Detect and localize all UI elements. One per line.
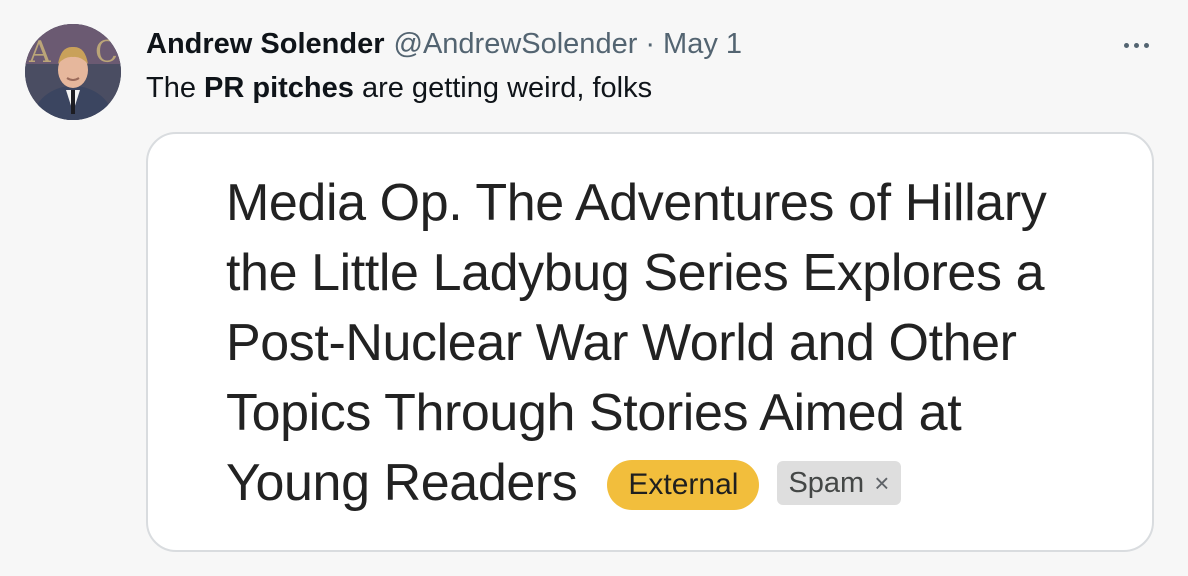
timestamp[interactable]: May 1 xyxy=(663,28,742,61)
subject-line: the Little Ladybug Series Explores a xyxy=(226,244,1045,302)
more-dot xyxy=(1123,42,1129,48)
header-separator: · xyxy=(645,27,656,60)
label-spam-text: Spam xyxy=(788,467,865,499)
svg-text:A: A xyxy=(28,35,51,70)
svg-text:C: C xyxy=(95,35,118,70)
label-spam-badge: Spam × xyxy=(777,461,902,505)
tweet-text-bold: PR pitches xyxy=(204,72,354,104)
more-options-icon[interactable] xyxy=(1116,30,1156,60)
more-dot xyxy=(1143,42,1149,48)
subject-line: Media Op. The Adventures of Hillary xyxy=(226,174,1047,232)
tweet-text: The PR pitches are getting weird, folks xyxy=(146,70,652,106)
tweet-text-start: The xyxy=(146,72,205,104)
media-image-card[interactable]: Media Op. The Adventures of Hillary the … xyxy=(146,132,1154,552)
close-icon: × xyxy=(874,468,890,498)
subject-line-text: Young Readers xyxy=(226,454,578,512)
tweet-header: Andrew Solender @AndrewSolender · May 1 xyxy=(146,26,742,62)
subject-line: Topics Through Stories Aimed at xyxy=(226,384,962,442)
more-dot xyxy=(1133,42,1139,48)
tweet: A C Andrew Solender @AndrewSolender · Ma… xyxy=(0,0,1188,576)
author-name[interactable]: Andrew Solender xyxy=(146,28,385,61)
label-external-badge: External xyxy=(607,460,760,510)
email-subject: Media Op. The Adventures of Hillary the … xyxy=(226,168,1136,518)
subject-line-last: Young Readers External Spam × xyxy=(226,448,1136,518)
avatar-photo: A C xyxy=(25,24,121,120)
author-handle[interactable]: @AndrewSolender xyxy=(394,28,638,61)
avatar[interactable]: A C xyxy=(25,24,121,120)
subject-line: Post-Nuclear War World and Other xyxy=(226,314,1017,372)
tweet-text-end: are getting weird, folks xyxy=(353,72,653,104)
